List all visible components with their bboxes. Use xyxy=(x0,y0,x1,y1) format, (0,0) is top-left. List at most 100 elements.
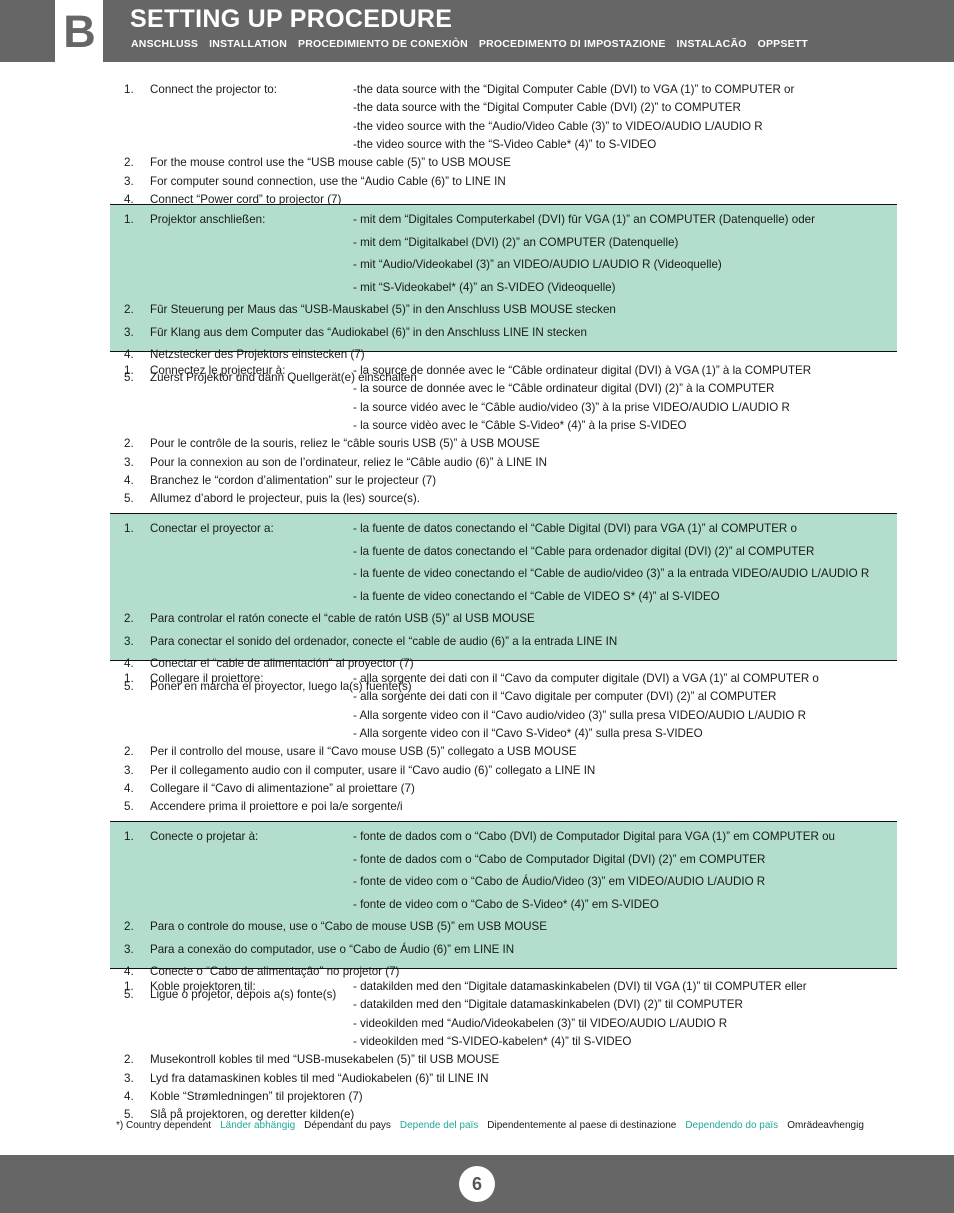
step-item: 3. Per il collegamento audio con il compu… xyxy=(124,764,595,777)
step-text: Projektor anschließen: xyxy=(150,213,266,226)
step-number: 2. xyxy=(124,437,134,451)
sub-bullet-item: - la source de donnée avec le “Câble ord… xyxy=(353,382,775,396)
step-text: Para a conexäo do computador, use o “Cab… xyxy=(150,942,515,956)
header-subtitle-3: PROCEDIMENTO DI IMPOSTAZIONE xyxy=(478,38,666,50)
step-number: 1. xyxy=(124,83,134,96)
step-number: 3. xyxy=(124,942,134,956)
step-item: 2. For the mouse control use the “USB mou… xyxy=(124,157,511,169)
sub-bullet-item: - la fuente de datos conectando el “Cabl… xyxy=(353,522,797,535)
step-item: 2. Musekontroll kobles til med “USB-musek… xyxy=(124,1054,499,1066)
language-block-norwegian: 1. Koble projektoren til: - datakilden med… xyxy=(110,978,897,1120)
footnote-term-5: Dependendo do païs xyxy=(685,1120,779,1131)
step-item: 4. Collegare il “Cavo di alimentazione” a… xyxy=(124,783,415,795)
step-text: Collegare il “Cavo di alimentazione” al … xyxy=(150,781,415,795)
step-number: 3. xyxy=(124,634,134,648)
step-item: 3. For computer sound connection, use the… xyxy=(124,174,506,188)
header-subtitle-4: INSTALACÃO xyxy=(676,38,747,50)
sub-bullet-item: -the video source with the “S-Video Cabl… xyxy=(353,137,657,151)
step-text: Koble “Strømledningen” til projektoren (… xyxy=(150,1089,363,1103)
step-number: 1. xyxy=(124,213,134,226)
footnote-term-2: Dépendant du pays xyxy=(304,1120,391,1131)
header-subtitle-5: OPPSETT xyxy=(757,38,809,50)
step-text: Koble projektoren til: xyxy=(150,980,256,993)
sub-bullet-item: - fonte de dados com o “Cabo de Computad… xyxy=(353,852,766,866)
chapter-letter: B xyxy=(63,5,95,57)
sub-bullet-item: -the data source with the “Digital Compu… xyxy=(353,83,795,96)
step-text: Para controlar el ratón conecte el “cabl… xyxy=(150,612,535,625)
step-text: Connectez le projecteur à: xyxy=(150,364,286,377)
step-item: 1. Connect the projector to: xyxy=(124,84,277,96)
sub-bullet-item: - datakilden med den “Digitale datamaski… xyxy=(353,980,807,993)
step-number: 4. xyxy=(124,781,134,795)
sub-bullet-item: - la source vidéo avec le “Câble audio/v… xyxy=(353,400,790,414)
sub-bullet-item: - la fuente de video conectando el “Cabl… xyxy=(353,589,720,603)
sub-bullet-item: - datakilden med den “Digitale datamaski… xyxy=(353,998,743,1012)
step-item: 5. Slå på projektoren, og deretter kilden… xyxy=(124,1109,354,1121)
step-item: 4. Conecte o “Cabo de alimentaçâo” no pro… xyxy=(124,966,399,978)
language-block-german: 1. Projektor anschließen: - mit dem “Digit… xyxy=(110,204,897,383)
step-number: 4. xyxy=(124,473,134,487)
footnote-term-0: *) Country dependent xyxy=(116,1120,212,1131)
step-number: 3. xyxy=(124,325,134,339)
step-item: 3. Fūr Klang aus dem Computer das “Audiok… xyxy=(124,325,587,339)
step-item: 4. Koble “Strømledningen” til projektoren… xyxy=(124,1091,363,1103)
sub-bullet-item: - videokilden med “S-VIDEO-kabelen* (4)”… xyxy=(353,1034,632,1048)
step-number: 1. xyxy=(124,364,134,377)
sub-bullet-item: - mit “Audio/Videokabel (3)” an VIDEO/AU… xyxy=(353,258,722,271)
footnote-term-1: Länder abhängig xyxy=(220,1120,296,1131)
sub-bullet-item: - mit dem “Digitales Computerkabel (DVI)… xyxy=(353,213,815,226)
sub-bullet-item: -the data source with the “Digital Compu… xyxy=(353,101,741,115)
step-text: Fūr Klang aus dem Computer das “Audiokab… xyxy=(150,325,587,339)
step-text: Slå på projektoren, og deretter kilden(e… xyxy=(150,1108,355,1122)
footnote-term-6: Omrädeavhengig xyxy=(787,1120,864,1131)
chapter-badge: B xyxy=(55,0,103,62)
sub-bullet-item: - Alla sorgente video con il “Cavo audio… xyxy=(353,708,806,722)
step-text: For the mouse control use the “USB mouse… xyxy=(150,156,511,170)
sub-bullet-item: - alla sorgente dei dati con il “Cavo da… xyxy=(353,672,819,685)
step-text: Per il controllo del mouse, usare il “Ca… xyxy=(150,745,577,759)
sub-bullet-item: - la fuente de video conectando el “Cabl… xyxy=(353,567,870,580)
language-block-english: 1. Connect the projector to: -the data sou… xyxy=(110,81,897,223)
step-text: Collegare il proiettore: xyxy=(150,672,264,685)
step-text: Conectar el “cable de alimentación” al p… xyxy=(150,657,414,670)
step-number: 2. xyxy=(124,612,134,625)
step-item: 3. Lyd fra datamaskinen kobles til med “A… xyxy=(124,1071,489,1085)
sub-bullet-item: - fonte de video com o “Cabo de S-Video*… xyxy=(353,897,659,911)
step-item: 2. Fūr Steuerung per Maus das “USB-Mauska… xyxy=(124,304,616,316)
step-text: Connect the projector to: xyxy=(150,83,277,96)
step-number: 1. xyxy=(124,980,134,993)
step-text: Pour la connexion au son de l’ordinateur… xyxy=(150,455,547,469)
step-item: 2. Para o controle do mouse, use o “Cabo … xyxy=(124,921,547,933)
sub-bullet-item: - mit dem “Digitalkabel (DVI) (2)” an CO… xyxy=(353,235,679,249)
sub-bullet-item: - Alla sorgente video con il “Cavo S-Vid… xyxy=(353,726,703,740)
step-text: Lyd fra datamaskinen kobles til med “Aud… xyxy=(150,1071,489,1085)
sub-bullet-item: - la fuente de datos conectando el “Cabl… xyxy=(353,544,815,558)
step-text: Fūr Steuerung per Maus das “USB-Mauskabe… xyxy=(150,303,616,316)
step-number: 4. xyxy=(124,1089,134,1103)
step-number: 5. xyxy=(124,800,134,814)
step-text: Conecte o “Cabo de alimentaçâo” no proje… xyxy=(150,965,400,978)
step-text: Para o controle do mouse, use o “Cabo de… xyxy=(150,920,547,933)
step-item: 1. Conectar el proyector a: xyxy=(124,523,274,535)
step-item: 1. Koble projektoren til: xyxy=(124,981,256,993)
header-subtitle-0: ANSCHLUSS xyxy=(131,38,199,50)
step-text: Allumez d’abord le projecteur, puis la (… xyxy=(150,492,420,506)
language-block-spanish: 1. Conectar el proyector a: - la fuente de… xyxy=(110,513,897,692)
step-item: 3. Para conectar el sonido del ordenador,… xyxy=(124,634,617,648)
step-number: 2. xyxy=(124,1053,134,1067)
step-item: 2. Per il controllo del mouse, usare il “… xyxy=(124,746,577,758)
country-dependent-footnote: *) Country dependent Länder abhängig Dépen… xyxy=(116,1120,873,1131)
step-number: 3. xyxy=(124,174,134,188)
step-text: Musekontroll kobles til med “USB-musekab… xyxy=(150,1053,500,1067)
step-number: 2. xyxy=(124,156,134,170)
step-item: 1. Projektor anschließen: xyxy=(124,214,265,226)
step-item: 3. Pour la connexion au son de l’ordinate… xyxy=(124,455,547,469)
language-block-italian: 1. Collegare il proiettore: - alla sorgent… xyxy=(110,670,897,812)
page-number: 6 xyxy=(471,1174,482,1194)
step-text: Conecte o projetar à: xyxy=(150,830,259,843)
step-number: 1. xyxy=(124,522,134,535)
step-text: Pour le contrôle de la souris, reliez le… xyxy=(150,437,540,451)
page-number-badge: 6 xyxy=(459,1166,495,1202)
step-number: 3. xyxy=(124,1071,134,1085)
step-item: 1. Conecte o projetar à: xyxy=(124,831,258,843)
